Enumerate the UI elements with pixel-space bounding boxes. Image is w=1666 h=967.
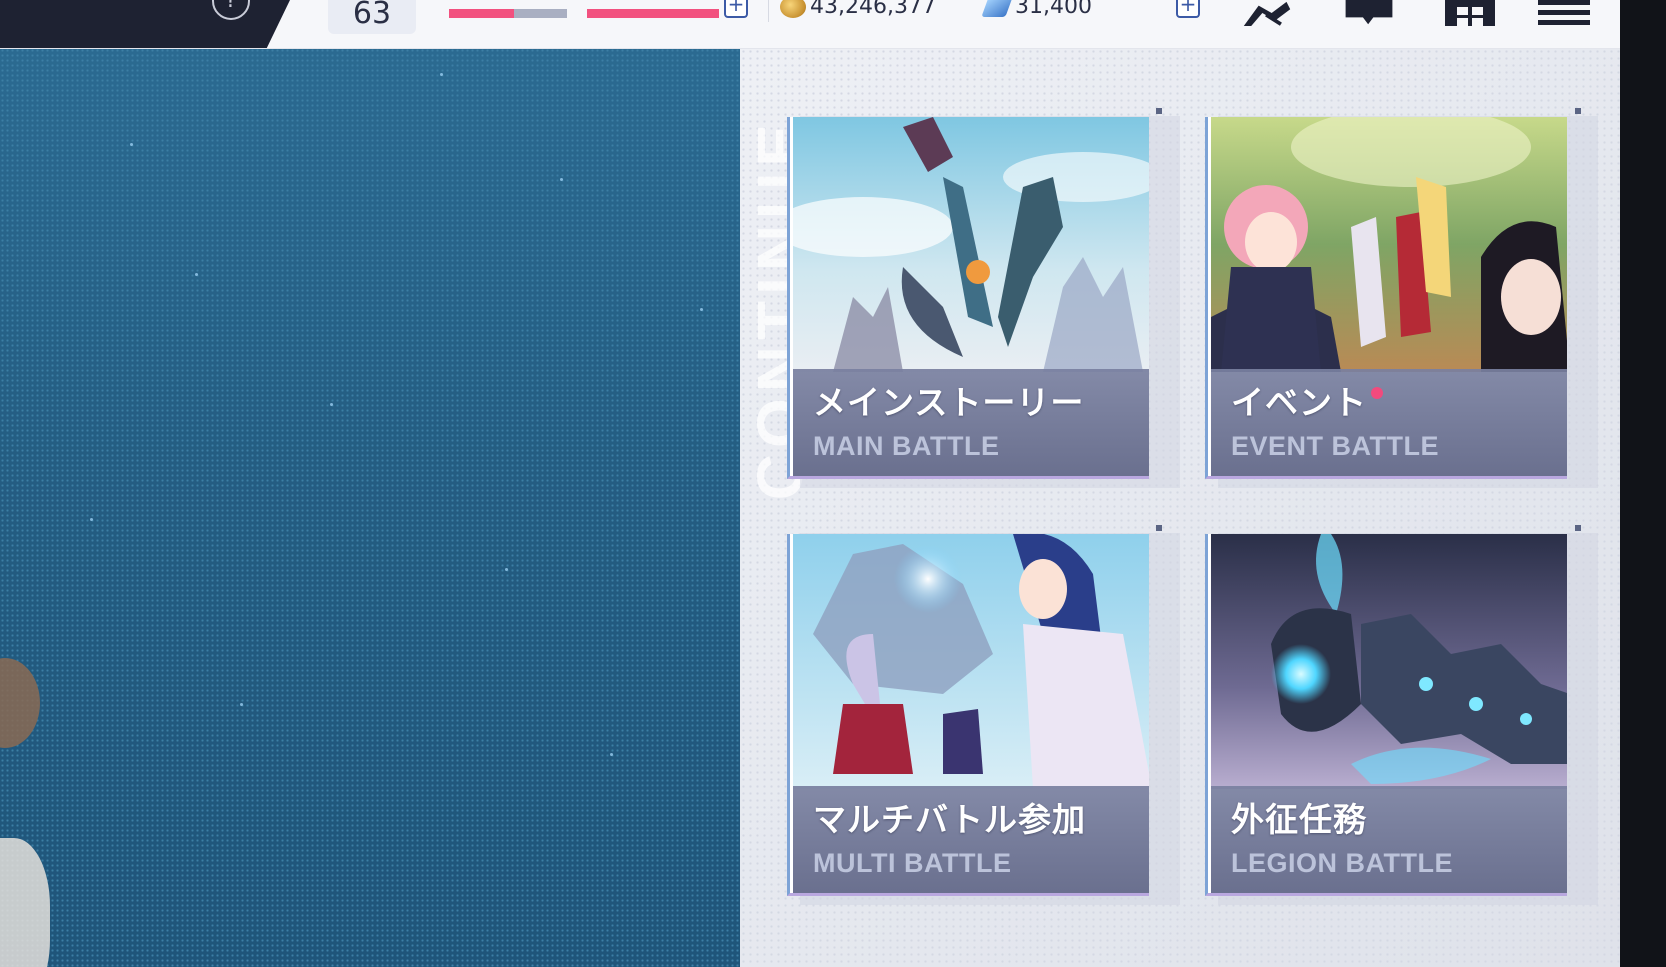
main-battle-card[interactable]: メインストーリー MAIN BATTLE [787,117,1149,479]
add-gems-button[interactable]: + [1176,0,1200,18]
multi-battle-card[interactable]: マルチバトル参加 MULTI BATTLE [787,534,1149,896]
exp-bar [449,9,567,18]
event-battle-artwork [1211,117,1567,372]
gem-counter: 31,400 [981,0,1092,20]
exp-bar-fill [449,9,514,18]
card-label: 外征任務 LEGION BATTLE [1211,786,1567,893]
legion-battle-card[interactable]: 外征任務 LEGION BATTLE [1205,534,1567,896]
formation-icon[interactable] [1238,0,1296,26]
gem-amount: 31,400 [1015,0,1092,19]
sparkle [610,753,613,756]
corner-marker [1156,108,1162,114]
card-title: マルチバトル参加 [813,800,1086,839]
legion-battle-artwork [1211,534,1567,789]
card-title-text: イベント [1231,383,1367,422]
grid-menu-icon[interactable] [1445,0,1495,26]
stamina-bar [587,9,719,18]
top-status-bar: ? 63 + 43,246,377 31,400 + [0,0,1620,49]
game-screen: CONTINUE ? 63 + 43,246,377 31,400 + メインス… [0,0,1666,967]
sparkle [90,518,93,521]
corner-marker [1575,525,1581,531]
main-battle-artwork [793,117,1149,372]
card-title: 外征任務 [1231,800,1367,839]
card-subtitle: MULTI BATTLE [813,848,1012,878]
character-fragment [0,838,50,967]
card-label: マルチバトル参加 MULTI BATTLE [793,786,1149,893]
stamina-bar-fill [587,9,719,18]
card-subtitle: LEGION BATTLE [1231,848,1453,878]
card-title: メインストーリー [813,383,1085,422]
gold-counter: 43,246,377 [780,0,936,20]
character-fragment [0,658,40,748]
card-label: イベント EVENT BATTLE [1211,369,1567,476]
notification-dot [1371,387,1383,399]
screen-edge [1620,0,1666,967]
player-level: 63 [328,0,416,34]
event-battle-card[interactable]: イベント EVENT BATTLE [1205,117,1567,479]
card-label: メインストーリー MAIN BATTLE [793,369,1149,476]
chat-icon[interactable] [1340,0,1398,26]
corner-marker [1156,525,1162,531]
left-background-panel [0,48,740,967]
card-title: イベント [1231,383,1383,423]
sparkle [700,308,703,311]
sparkle [560,178,563,181]
sparkle [195,273,198,276]
sparkle [505,568,508,571]
header-divider [768,0,769,22]
sparkle [240,703,243,706]
sparkle [130,143,133,146]
hamburger-menu-icon[interactable] [1538,0,1590,26]
add-stamina-button[interactable]: + [724,0,748,18]
gold-amount: 43,246,377 [810,0,936,19]
gem-icon [981,0,1013,17]
sparkle [330,403,333,406]
card-subtitle: EVENT BATTLE [1231,431,1439,461]
multi-battle-artwork [793,534,1149,789]
gold-coin-icon [780,0,806,18]
corner-marker [1575,108,1581,114]
card-subtitle: MAIN BATTLE [813,431,1000,461]
sparkle [440,73,443,76]
